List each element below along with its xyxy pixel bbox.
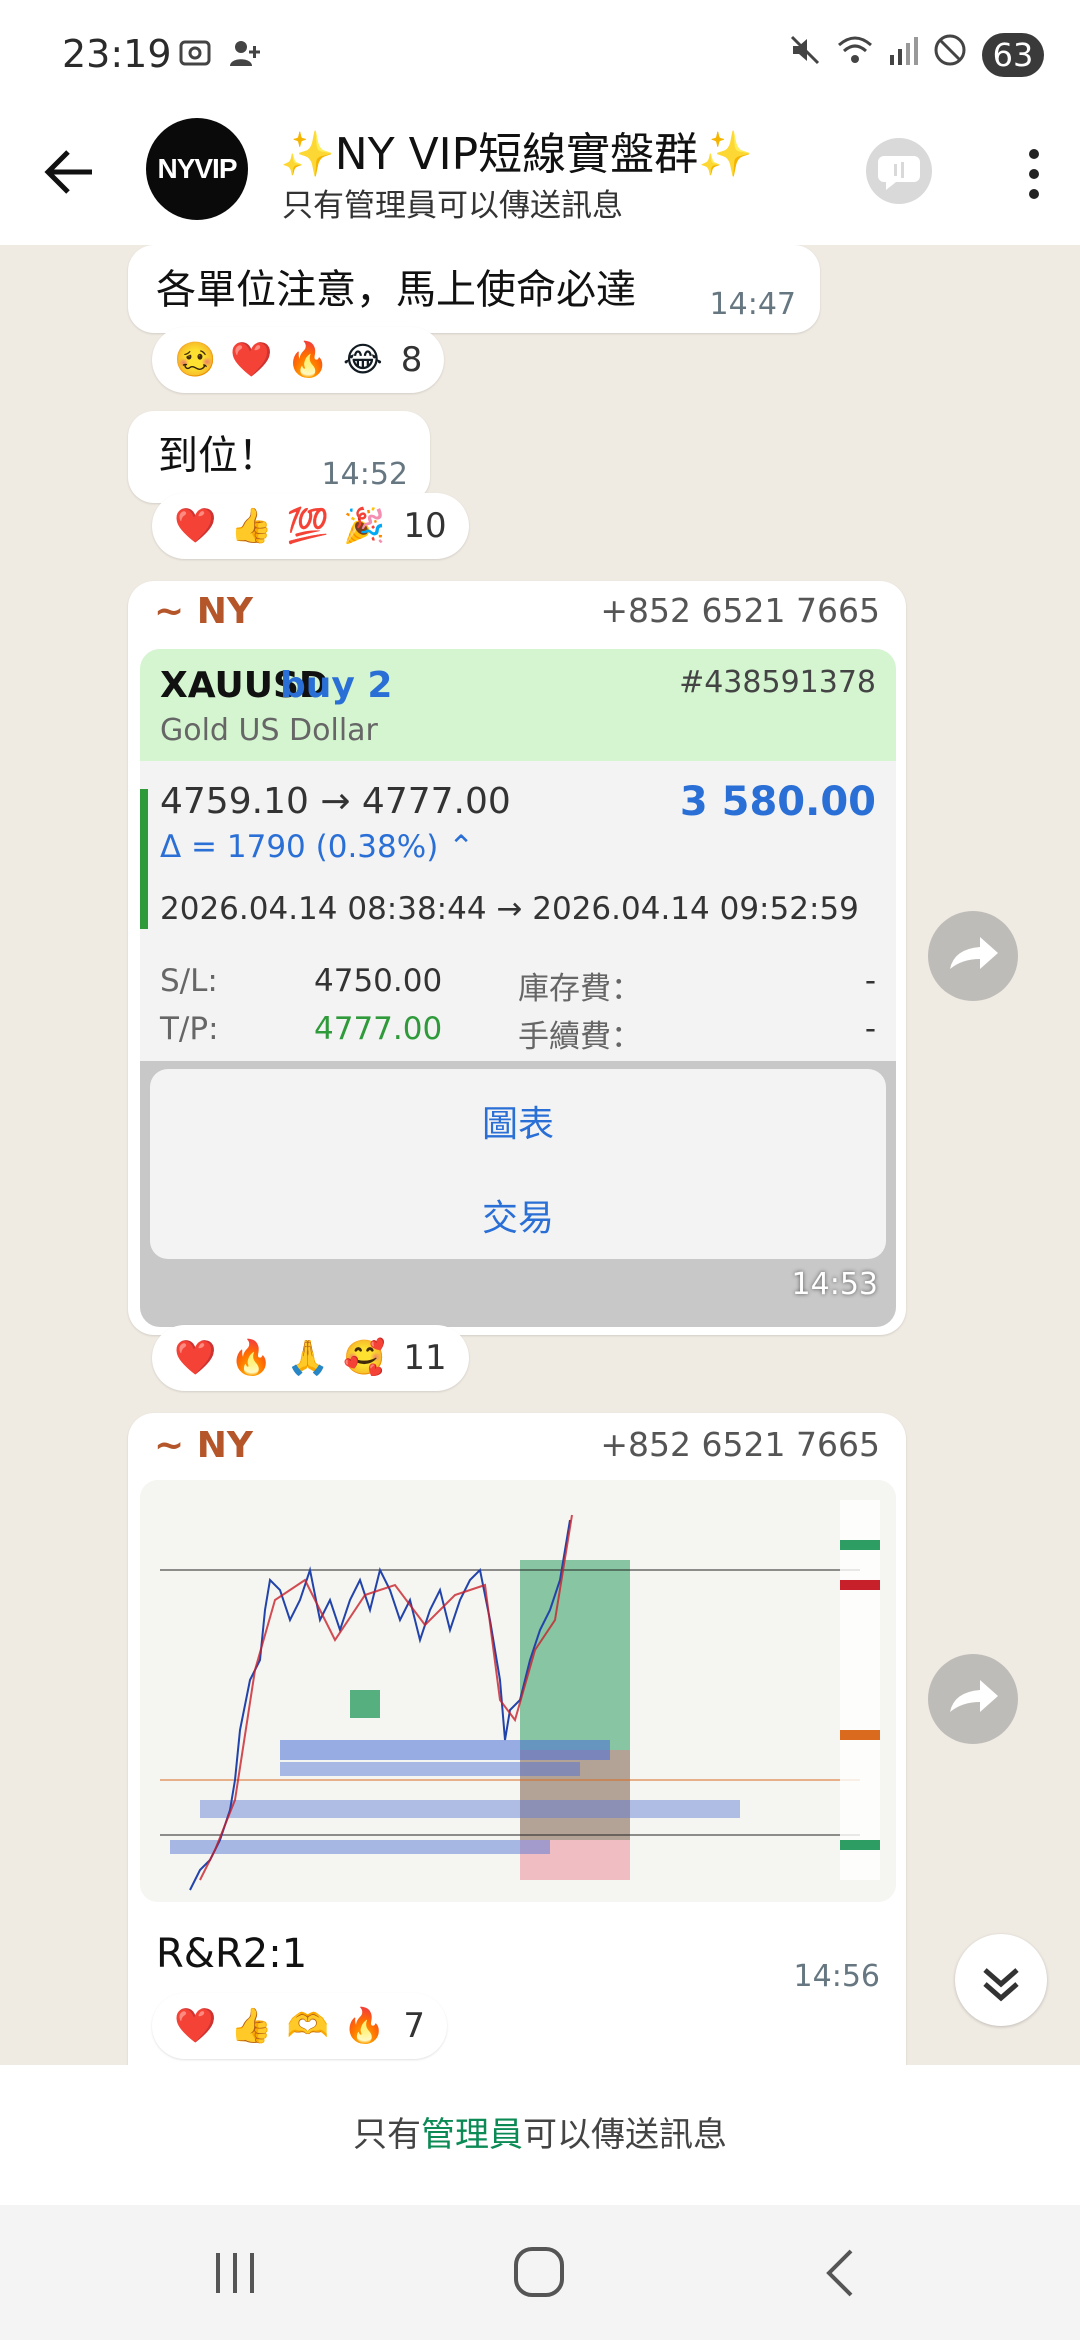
sender-name[interactable]: ~ NY: [154, 591, 253, 632]
reaction-count: 7: [403, 2006, 426, 2046]
back-nav-icon[interactable]: [815, 2245, 865, 2305]
chat-header: NYVIP ✨NY VIP短線實盤群✨ 只有管理員可以傳送訊息: [0, 110, 1080, 245]
reactions-bar[interactable]: ❤️ 👍 💯 🎉 10: [152, 493, 469, 559]
voice-chat-icon[interactable]: [866, 138, 932, 204]
tp-label: T/P:: [160, 1011, 219, 1047]
fee-label: 手續費：: [518, 1019, 642, 1055]
tp-value: 4777.00: [314, 1011, 443, 1047]
trade-dates: 2026.04.14 08:38:44 → 2026.04.14 09:52:5…: [160, 891, 859, 927]
reaction-count: 8: [400, 340, 423, 380]
signal-icon: [888, 33, 918, 76]
menu-item-chart: 圖表: [481, 1104, 554, 1145]
forward-icon[interactable]: [928, 1654, 1018, 1744]
reaction-emoji: 🔥: [343, 2006, 386, 2046]
swap-value: -: [864, 963, 876, 999]
reaction-emoji: 👍: [230, 2006, 273, 2046]
system-nav-bar: [0, 2205, 1080, 2340]
admin-link[interactable]: 管理員: [421, 2115, 523, 2155]
reaction-emoji: 🫶: [286, 2006, 330, 2046]
reaction-emoji: 🥴: [174, 340, 217, 380]
context-menu: 圖表 交易: [150, 1069, 886, 1259]
reaction-emoji: ❤️: [174, 2006, 217, 2046]
reaction-emoji: ❤️: [174, 506, 217, 546]
reaction-emoji: ❤️: [174, 1338, 217, 1378]
chat-area[interactable]: 各單位注意，馬上使命必達 14:47 🥴 ❤️ 🔥 😂 8 到位！ 14:52 …: [0, 245, 1080, 2065]
admin-only-banner: 只有管理員可以傳送訊息: [0, 2065, 1080, 2205]
menu-item-trade: 交易: [481, 1198, 554, 1239]
reaction-count: 11: [403, 1338, 447, 1378]
forward-icon[interactable]: [928, 911, 1018, 1001]
reactions-bar[interactable]: ❤️ 👍 🫶 🔥 7: [152, 1993, 448, 2059]
screenshot-icon: [178, 36, 212, 78]
double-chevron-down-icon: [955, 1968, 1047, 2030]
swap-label: 庫存費：: [518, 971, 642, 1007]
message-time: 14:56: [793, 1959, 880, 1994]
message-time: 14:47: [709, 287, 796, 322]
banner-prefix: 只有: [353, 2115, 421, 2155]
banner-suffix: 可以傳送訊息: [523, 2115, 727, 2155]
trade-ticket: #438591378: [679, 665, 876, 700]
reaction-emoji: 🔥: [286, 340, 330, 380]
wifi-icon: [836, 33, 874, 76]
person-add-icon: [228, 36, 262, 78]
reaction-emoji: 😂: [343, 340, 383, 380]
home-icon[interactable]: [510, 2243, 570, 2307]
message-text: 各單位注意，馬上使命必達: [156, 267, 636, 313]
sender-phone: +852 6521 7665: [600, 1425, 880, 1464]
sl-value: 4750.00: [314, 963, 443, 999]
message-bubble[interactable]: 到位！ 14:52: [128, 411, 430, 503]
back-arrow-icon[interactable]: [38, 140, 102, 204]
reaction-count: 10: [403, 506, 447, 546]
sender-name[interactable]: ~ NY: [154, 1425, 253, 1466]
group-avatar[interactable]: NYVIP: [146, 118, 248, 220]
sender-phone: +852 6521 7665: [600, 591, 880, 630]
reaction-emoji: 🎉: [343, 506, 386, 546]
status-bar: 23:19 63: [0, 0, 1080, 110]
reaction-emoji: 🔥: [230, 1338, 273, 1378]
message-bubble[interactable]: 各單位注意，馬上使命必達 14:47: [128, 245, 820, 333]
trade-side: buy 2: [280, 665, 393, 706]
trade-prices: 4759.10 → 4777.00: [160, 781, 511, 822]
reaction-emoji: ❤️: [230, 340, 273, 380]
trade-indicator-line: [140, 789, 148, 929]
recent-apps-icon[interactable]: [210, 2245, 260, 2305]
reaction-emoji: 👍: [230, 506, 273, 546]
reactions-bar[interactable]: 🥴 ❤️ 🔥 😂 8: [152, 327, 445, 393]
fee-value: -: [864, 1011, 876, 1047]
trade-delta: Δ = 1790 (0.38%) ⌃: [160, 829, 475, 865]
reaction-emoji: 💯: [286, 506, 330, 546]
reaction-emoji: 🥰: [343, 1338, 386, 1378]
status-time: 23:19: [62, 32, 172, 76]
mute-icon: [788, 33, 822, 76]
message-time: 14:52: [321, 457, 408, 492]
do-not-disturb-icon: [932, 32, 968, 77]
sl-label: S/L:: [160, 963, 218, 999]
reactions-bar[interactable]: ❤️ 🔥 🙏 🥰 11: [152, 1325, 469, 1391]
battery-indicator: 63: [982, 32, 1044, 77]
chat-subtitle: 只有管理員可以傳送訊息: [282, 188, 623, 224]
trade-profit: 3 580.00: [679, 779, 876, 825]
more-options-icon[interactable]: [1024, 144, 1044, 204]
message-text: R&R2:1: [156, 1931, 308, 1977]
trade-header: XAUUSD buy 2 #438591378 Gold US Dollar: [140, 649, 896, 761]
trade-description: Gold US Dollar: [160, 713, 378, 748]
reaction-emoji: 🙏: [286, 1338, 330, 1378]
message-time: 14:53: [791, 1267, 878, 1302]
trade-screenshot[interactable]: XAUUSD buy 2 #438591378 Gold US Dollar 4…: [140, 649, 896, 1327]
chart-screenshot[interactable]: [140, 1480, 896, 1902]
chat-title[interactable]: ✨NY VIP短線實盤群✨: [280, 118, 753, 182]
message-text: 到位！: [158, 433, 278, 479]
scroll-to-bottom-button[interactable]: [955, 1934, 1047, 2026]
